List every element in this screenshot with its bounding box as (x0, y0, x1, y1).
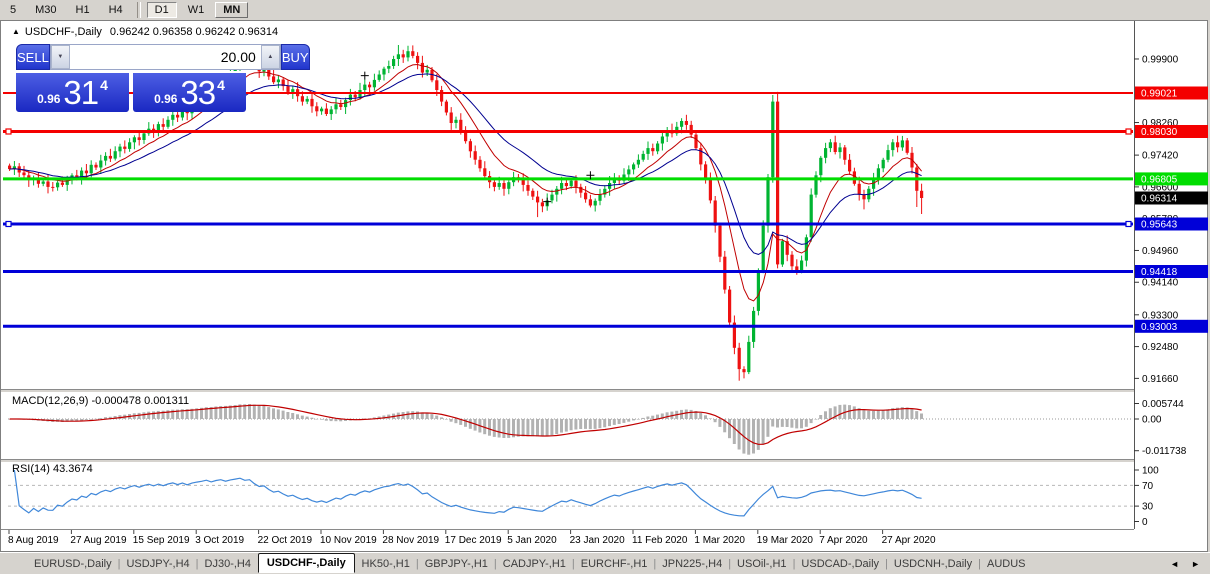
one-click-trading-panel: SELL ▼ ▲ BUY 0.96 31 4 0.96 33 4 (16, 44, 246, 112)
symbol-tab-usdjpy-h4[interactable]: USDJPY-,H4 (118, 555, 197, 573)
symbol-tab-bar: EURUSD-,Daily|USDJPY-,H4|DJ30-,H4|USDCHF… (0, 552, 1210, 574)
symbol-tab-dj30-h4[interactable]: DJ30-,H4 (197, 555, 259, 573)
volume-stepper: ▼ ▲ (50, 44, 281, 70)
symbol-tab-usdcnh-daily[interactable]: USDCNH-,Daily (886, 555, 980, 573)
timeframe-button-h4[interactable]: H4 (101, 2, 131, 18)
sell-button[interactable]: SELL (16, 44, 50, 70)
rsi-indicator-label: RSI(14) 43.3674 (12, 463, 93, 475)
tab-scroll-left-button[interactable]: ◄ (1170, 559, 1179, 569)
buy-price-prefix: 0.96 (154, 92, 177, 106)
arrow-up-icon: ▲ (267, 54, 273, 60)
symbol-tab-cadjpy-h1[interactable]: CADJPY-,H1 (495, 555, 574, 573)
timeframe-button-m30[interactable]: M30 (27, 2, 64, 18)
symbol-tab-audus[interactable]: AUDUS (979, 555, 1034, 573)
volume-decrease-button[interactable]: ▼ (51, 45, 70, 69)
symbol-tab-hk50-h1[interactable]: HK50-,H1 (354, 555, 418, 573)
timeframe-button-5[interactable]: 5 (2, 2, 24, 18)
buy-price-big-digits: 33 (180, 76, 215, 109)
timeframe-button-d1[interactable]: D1 (147, 2, 177, 18)
volume-input[interactable] (70, 45, 261, 69)
symbol-tabs: EURUSD-,Daily|USDJPY-,H4|DJ30-,H4|USDCHF… (26, 554, 1034, 574)
volume-increase-button[interactable]: ▲ (261, 45, 280, 69)
sell-price-prefix: 0.96 (37, 92, 60, 106)
buy-button[interactable]: BUY (281, 44, 310, 70)
symbol-tab-usdcad-daily[interactable]: USDCAD-,Daily (793, 555, 887, 573)
symbol-tab-eurusd-daily[interactable]: EURUSD-,Daily (26, 555, 120, 573)
arrow-down-icon: ▼ (57, 54, 63, 60)
chart-symbol-label: USDCHF-,Daily (25, 26, 102, 38)
symbol-tab-usoil-h1[interactable]: USOil-,H1 (729, 555, 795, 573)
timeframe-button-mn[interactable]: MN (215, 2, 248, 18)
chart-ohlc-values: 0.96242 0.96358 0.96242 0.96314 (110, 26, 278, 38)
sell-price-display[interactable]: 0.96 31 4 (16, 71, 129, 112)
symbol-tab-eurchf-h1[interactable]: EURCHF-,H1 (573, 555, 656, 573)
symbol-tab-jpn225-h4[interactable]: JPN225-,H4 (654, 555, 730, 573)
chart-title: ▲ USDCHF-,Daily 0.96242 0.96358 0.96242 0.… (12, 26, 278, 38)
macd-indicator-label: MACD(12,26,9) -0.000478 0.001311 (12, 395, 189, 407)
collapse-icon: ▲ (12, 27, 20, 36)
sell-price-big-digits: 31 (63, 76, 98, 109)
timeframe-button-h1[interactable]: H1 (68, 2, 98, 18)
buy-price-display[interactable]: 0.96 33 4 (133, 71, 246, 112)
timeframe-toolbar: 5M30H1H4 D1W1MN (0, 0, 1210, 20)
symbol-tab-usdchf-daily[interactable]: USDCHF-,Daily (258, 553, 355, 573)
toolbar-separator (137, 2, 141, 18)
symbol-tab-gbpjpy-h1[interactable]: GBPJPY-,H1 (417, 555, 496, 573)
sell-price-pipette: 4 (100, 77, 108, 93)
timeframe-button-w1[interactable]: W1 (180, 2, 213, 18)
buy-price-pipette: 4 (217, 77, 225, 93)
tab-scroll-right-button[interactable]: ► (1191, 559, 1200, 569)
